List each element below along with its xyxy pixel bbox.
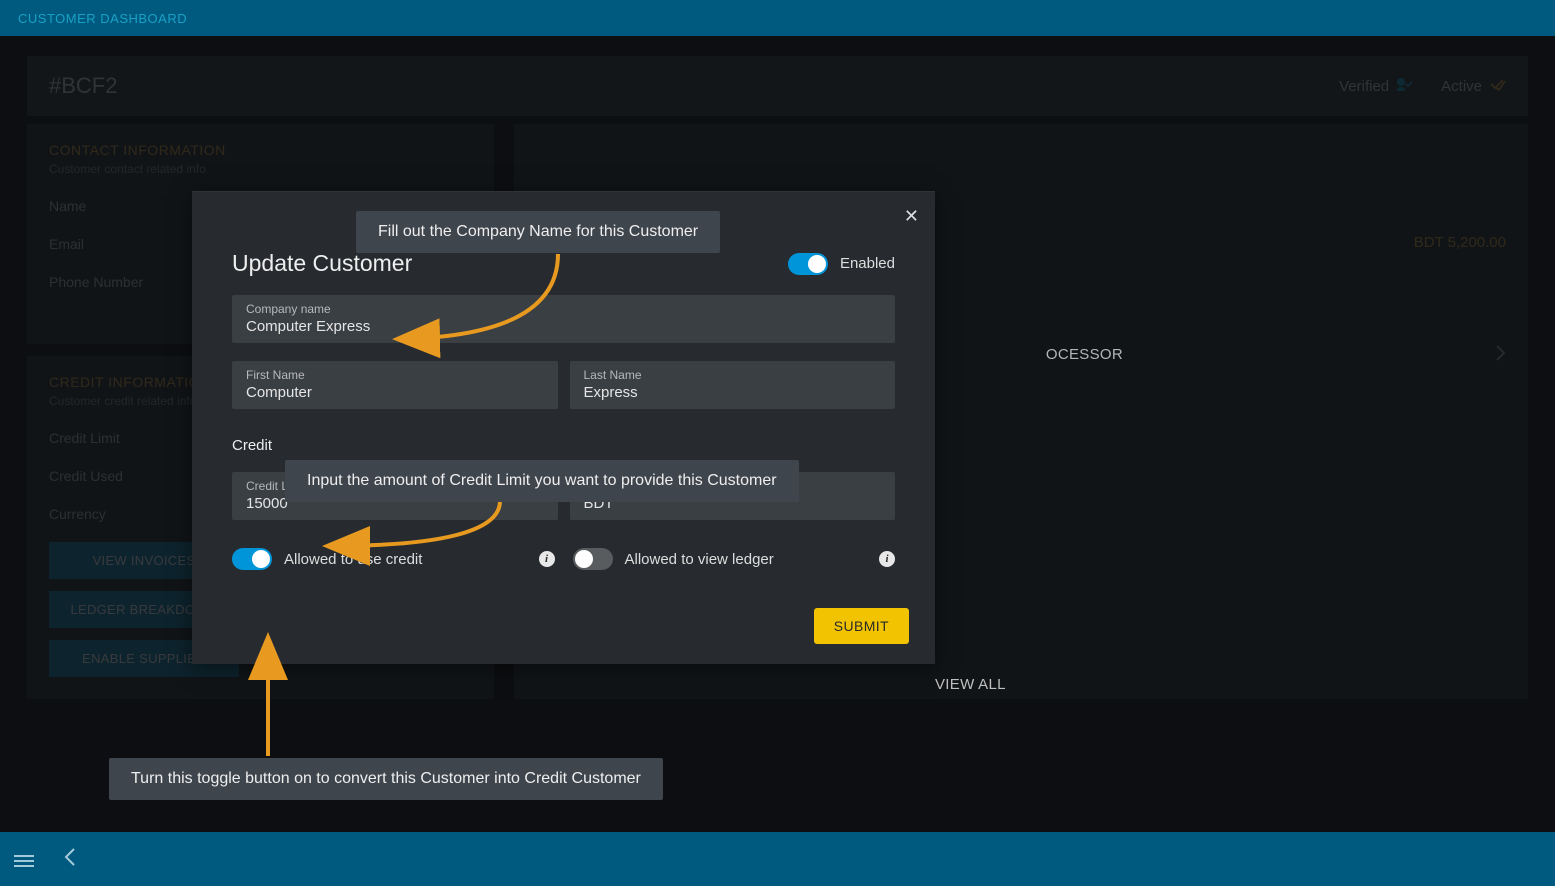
app-header: CUSTOMER DASHBOARD xyxy=(0,0,1555,36)
enabled-label: Enabled xyxy=(840,255,895,272)
back-icon[interactable] xyxy=(64,846,76,872)
first-name-input[interactable] xyxy=(246,384,544,401)
allowed-ledger-toggle[interactable] xyxy=(573,548,613,570)
last-name-field[interactable]: Last Name xyxy=(570,361,896,409)
callout-toggle: Turn this toggle button on to convert th… xyxy=(109,758,663,800)
last-name-label: Last Name xyxy=(584,368,882,382)
credit-heading: Credit xyxy=(232,437,895,454)
submit-button[interactable]: SUBMIT xyxy=(814,608,909,644)
page-body: #BCF2 Verified Active C xyxy=(0,36,1555,832)
hamburger-icon[interactable] xyxy=(14,852,34,866)
info-icon[interactable]: i xyxy=(879,551,895,567)
callout-credit: Input the amount of Credit Limit you wan… xyxy=(285,460,799,502)
company-name-input[interactable] xyxy=(246,318,881,335)
enabled-toggle[interactable] xyxy=(788,253,828,275)
allowed-credit-label: Allowed to use credit xyxy=(284,551,539,568)
footer-bar xyxy=(0,832,1555,886)
first-name-field[interactable]: First Name xyxy=(232,361,558,409)
update-customer-modal: ✕ Update Customer Enabled Company name F… xyxy=(192,191,935,664)
callout-company: Fill out the Company Name for this Custo… xyxy=(356,211,720,253)
header-title: CUSTOMER DASHBOARD xyxy=(18,11,187,26)
company-name-field[interactable]: Company name xyxy=(232,295,895,343)
first-name-label: First Name xyxy=(246,368,544,382)
modal-title: Update Customer xyxy=(232,250,412,277)
allowed-credit-toggle[interactable] xyxy=(232,548,272,570)
info-icon[interactable]: i xyxy=(539,551,555,567)
company-name-label: Company name xyxy=(246,302,881,316)
last-name-input[interactable] xyxy=(584,384,882,401)
allowed-ledger-label: Allowed to view ledger xyxy=(625,551,880,568)
close-icon[interactable]: ✕ xyxy=(904,206,919,227)
